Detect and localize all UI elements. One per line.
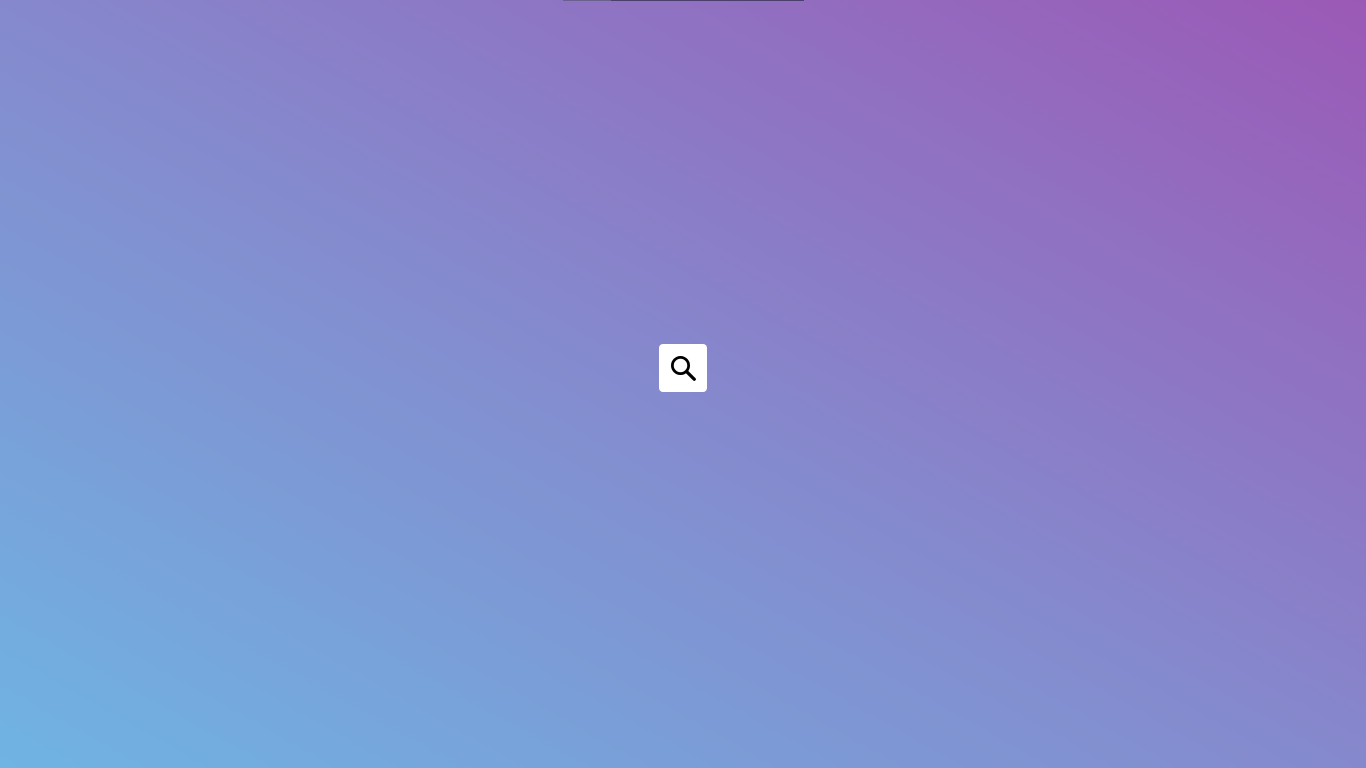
top-edge-bar-segment — [563, 0, 611, 1]
top-edge-bar — [563, 0, 804, 1]
search-icon — [668, 353, 698, 383]
search-button[interactable] — [659, 344, 707, 392]
